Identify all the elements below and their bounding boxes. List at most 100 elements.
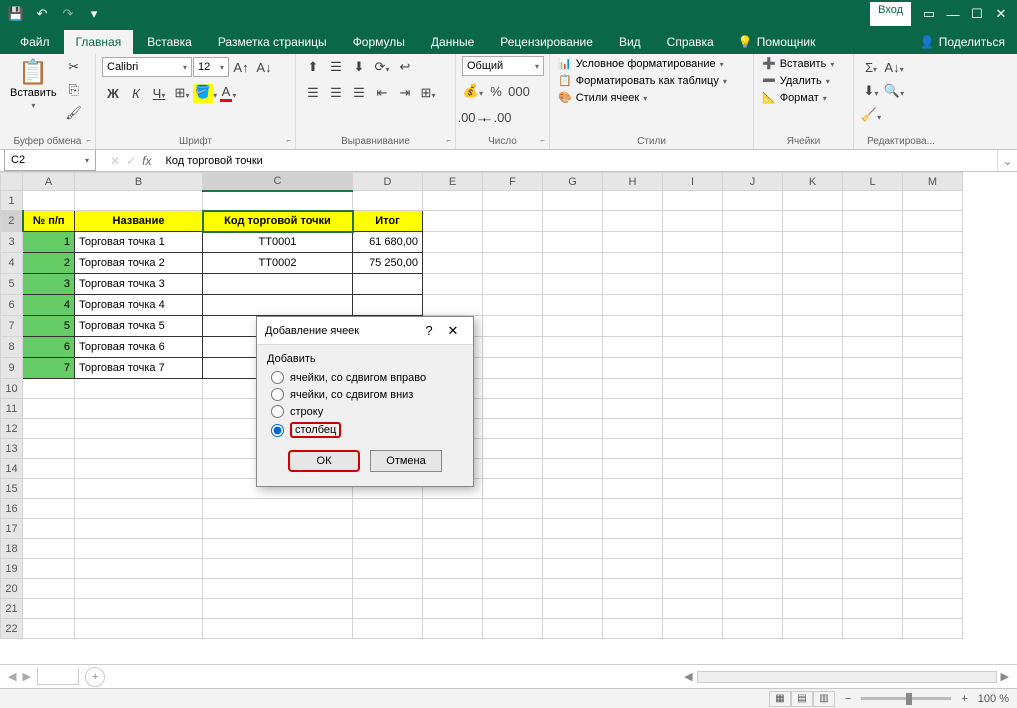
radio-column[interactable]: столбец	[267, 420, 463, 440]
cell-K3[interactable]	[783, 232, 843, 253]
cell-J20[interactable]	[723, 579, 783, 599]
cell-L16[interactable]	[843, 499, 903, 519]
cell-H5[interactable]	[603, 274, 663, 295]
cell-G1[interactable]	[543, 191, 603, 211]
cell-I18[interactable]	[663, 539, 723, 559]
cell-I3[interactable]	[663, 232, 723, 253]
align-right-icon[interactable]: ☰	[348, 82, 370, 104]
cell-H13[interactable]	[603, 439, 663, 459]
cell-J3[interactable]	[723, 232, 783, 253]
decrease-indent-icon[interactable]: ⇤	[371, 82, 393, 104]
cell-J10[interactable]	[723, 379, 783, 399]
align-middle-icon[interactable]: ☰	[325, 56, 347, 78]
cell-A3[interactable]: 1	[23, 232, 75, 253]
name-box[interactable]: C2	[4, 150, 96, 171]
cell-I19[interactable]	[663, 559, 723, 579]
copy-icon[interactable]: ⎘	[63, 79, 85, 101]
cell-E17[interactable]	[423, 519, 483, 539]
minimize-icon[interactable]: —	[941, 2, 965, 26]
cell-K11[interactable]	[783, 399, 843, 419]
cell-A14[interactable]	[23, 459, 75, 479]
cell-I1[interactable]	[663, 191, 723, 211]
row-header-5[interactable]: 5	[1, 274, 23, 295]
cell-A10[interactable]	[23, 379, 75, 399]
cell-L17[interactable]	[843, 519, 903, 539]
cell-M2[interactable]	[903, 211, 963, 232]
cell-A22[interactable]	[23, 619, 75, 639]
format-table-button[interactable]: 📋Форматировать как таблицу	[556, 73, 729, 88]
cell-K4[interactable]	[783, 253, 843, 274]
zoom-slider[interactable]	[861, 697, 951, 700]
delete-cells-button[interactable]: ➖Удалить	[760, 73, 832, 88]
cell-B18[interactable]	[75, 539, 203, 559]
cell-G12[interactable]	[543, 419, 603, 439]
cell-M4[interactable]	[903, 253, 963, 274]
row-header-2[interactable]: 2	[1, 211, 23, 232]
add-sheet-icon[interactable]: +	[85, 667, 105, 687]
cell-K15[interactable]	[783, 479, 843, 499]
cell-J16[interactable]	[723, 499, 783, 519]
cell-J2[interactable]	[723, 211, 783, 232]
cell-J6[interactable]	[723, 295, 783, 316]
cell-J17[interactable]	[723, 519, 783, 539]
cell-G2[interactable]	[543, 211, 603, 232]
cell-F16[interactable]	[483, 499, 543, 519]
cell-I21[interactable]	[663, 599, 723, 619]
tab-page-layout[interactable]: Разметка страницы	[206, 30, 339, 54]
cell-J18[interactable]	[723, 539, 783, 559]
qat-dropdown-icon[interactable]: ▾	[82, 2, 106, 26]
cell-E5[interactable]	[423, 274, 483, 295]
cell-M21[interactable]	[903, 599, 963, 619]
cell-D22[interactable]	[353, 619, 423, 639]
sheet-tab[interactable]	[37, 668, 79, 685]
radio-row[interactable]: строку	[267, 403, 463, 420]
cell-F11[interactable]	[483, 399, 543, 419]
cell-B8[interactable]: Торговая точка 6	[75, 337, 203, 358]
cell-I7[interactable]	[663, 316, 723, 337]
cell-F7[interactable]	[483, 316, 543, 337]
cell-H10[interactable]	[603, 379, 663, 399]
col-header-M[interactable]: M	[903, 173, 963, 191]
cell-B10[interactable]	[75, 379, 203, 399]
cell-C6[interactable]	[203, 295, 353, 316]
col-header-F[interactable]: F	[483, 173, 543, 191]
cell-F17[interactable]	[483, 519, 543, 539]
cell-L19[interactable]	[843, 559, 903, 579]
row-header-22[interactable]: 22	[1, 619, 23, 639]
number-format-select[interactable]: Общий	[462, 56, 544, 76]
cell-B1[interactable]	[75, 191, 203, 211]
cell-A18[interactable]	[23, 539, 75, 559]
cell-I20[interactable]	[663, 579, 723, 599]
cell-H3[interactable]	[603, 232, 663, 253]
cell-F14[interactable]	[483, 459, 543, 479]
cell-A2[interactable]: № п/п	[23, 211, 75, 232]
cell-J15[interactable]	[723, 479, 783, 499]
cell-E2[interactable]	[423, 211, 483, 232]
clipboard-expand-icon[interactable]: ⌐	[86, 136, 91, 145]
cell-I14[interactable]	[663, 459, 723, 479]
font-name-select[interactable]: Calibri	[102, 57, 192, 77]
row-header-10[interactable]: 10	[1, 379, 23, 399]
tab-home[interactable]: Главная	[64, 30, 134, 54]
col-header-K[interactable]: K	[783, 173, 843, 191]
cell-A13[interactable]	[23, 439, 75, 459]
cell-styles-button[interactable]: 🎨Стили ячеек	[556, 90, 649, 105]
cell-A1[interactable]	[23, 191, 75, 211]
cell-B12[interactable]	[75, 419, 203, 439]
cell-B3[interactable]: Торговая точка 1	[75, 232, 203, 253]
cell-I22[interactable]	[663, 619, 723, 639]
cell-D1[interactable]	[353, 191, 423, 211]
fx-icon[interactable]: fx	[142, 154, 151, 168]
tab-review[interactable]: Рецензирование	[488, 30, 605, 54]
cell-G5[interactable]	[543, 274, 603, 295]
dialog-close-icon[interactable]: ✕	[441, 323, 465, 339]
tab-view[interactable]: Вид	[607, 30, 653, 54]
cell-I16[interactable]	[663, 499, 723, 519]
cell-D6[interactable]	[353, 295, 423, 316]
cell-M17[interactable]	[903, 519, 963, 539]
cell-G3[interactable]	[543, 232, 603, 253]
cell-L4[interactable]	[843, 253, 903, 274]
italic-button[interactable]: К	[125, 82, 147, 104]
cell-K2[interactable]	[783, 211, 843, 232]
align-bottom-icon[interactable]: ⬇	[348, 56, 370, 78]
